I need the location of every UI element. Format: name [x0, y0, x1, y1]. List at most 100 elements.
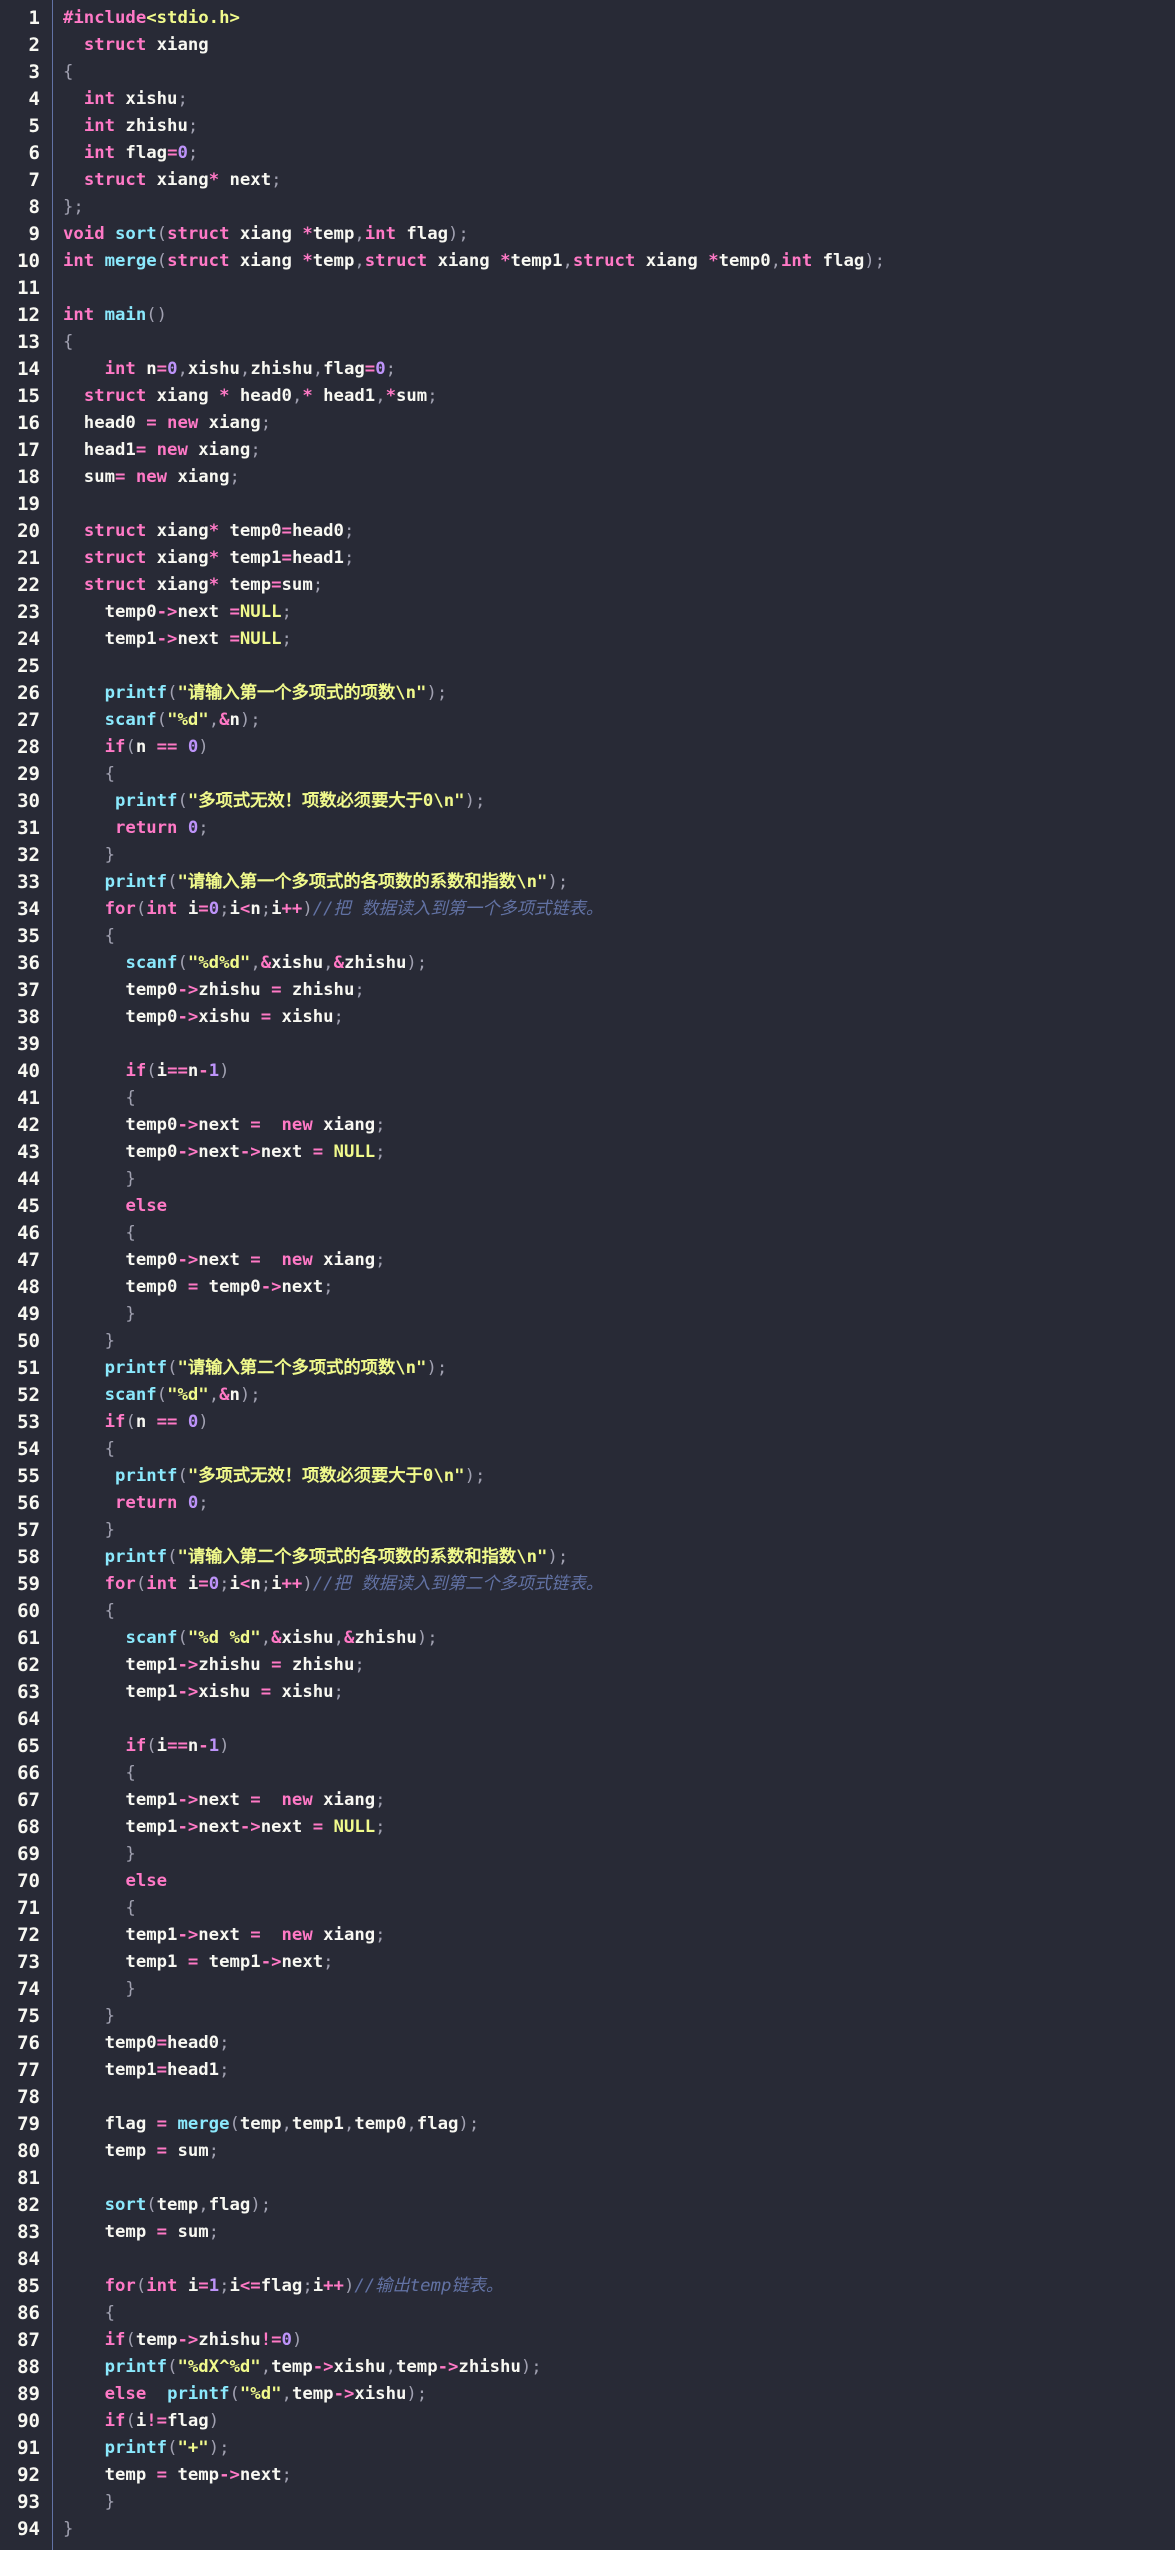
code-line[interactable]: 91 printf("+");: [0, 2435, 1175, 2462]
code-line[interactable]: 33 printf("请输入第一个多项式的各项数的系数和指数\n");: [0, 869, 1175, 896]
code-line[interactable]: 58 printf("请输入第二个多项式的各项数的系数和指数\n");: [0, 1544, 1175, 1571]
code-line[interactable]: 75 }: [0, 2003, 1175, 2030]
code-line[interactable]: 65 if(i==n-1): [0, 1733, 1175, 1760]
code-line[interactable]: 43 temp0->next->next = NULL;: [0, 1139, 1175, 1166]
code-line[interactable]: 34 for(int i=0;i<n;i++)//把 数据读入到第一个多项式链表…: [0, 896, 1175, 923]
code-line[interactable]: 52 scanf("%d",&n);: [0, 1382, 1175, 1409]
code-line[interactable]: 31 return 0;: [0, 815, 1175, 842]
code-line[interactable]: 74 }: [0, 1976, 1175, 2003]
code-line[interactable]: 76 temp0=head0;: [0, 2030, 1175, 2057]
code-line[interactable]: 26 printf("请输入第一个多项式的项数\n");: [0, 680, 1175, 707]
code-line[interactable]: 63 temp1->xishu = xishu;: [0, 1679, 1175, 1706]
code-line[interactable]: 90 if(i!=flag): [0, 2408, 1175, 2435]
code-line[interactable]: 17 head1= new xiang;: [0, 437, 1175, 464]
code-line[interactable]: 86 {: [0, 2300, 1175, 2327]
code-line[interactable]: 62 temp1->zhishu = zhishu;: [0, 1652, 1175, 1679]
code-line[interactable]: 57 }: [0, 1517, 1175, 1544]
code-line[interactable]: 78: [0, 2084, 1175, 2111]
code-line[interactable]: 38 temp0->xishu = xishu;: [0, 1004, 1175, 1031]
code-line[interactable]: 66 {: [0, 1760, 1175, 1787]
code-line[interactable]: 24 temp1->next =NULL;: [0, 626, 1175, 653]
code-line[interactable]: 88 printf("%dX^%d",temp->xishu,temp->zhi…: [0, 2354, 1175, 2381]
code-line[interactable]: 16 head0 = new xiang;: [0, 410, 1175, 437]
code-editor[interactable]: 1 #include<stdio.h> 2 struct xiang 3{4 int …: [0, 0, 1175, 2550]
code-line[interactable]: 54 {: [0, 1436, 1175, 1463]
code-line[interactable]: 46 {: [0, 1220, 1175, 1247]
code-line[interactable]: 50 }: [0, 1328, 1175, 1355]
code-line[interactable]: 83 temp = sum;: [0, 2219, 1175, 2246]
code-line[interactable]: 69 }: [0, 1841, 1175, 1868]
code-line[interactable]: 60 {: [0, 1598, 1175, 1625]
code-line[interactable]: 45 else: [0, 1193, 1175, 1220]
code-line[interactable]: 37 temp0->zhishu = zhishu;: [0, 977, 1175, 1004]
code-line[interactable]: 85 for(int i=1;i<=flag;i++)//输出temp链表。: [0, 2273, 1175, 2300]
code-line[interactable]: 73 temp1 = temp1->next;: [0, 1949, 1175, 1976]
code-line[interactable]: 14 int n=0,xishu,zhishu,flag=0;: [0, 356, 1175, 383]
code-line[interactable]: 77 temp1=head1;: [0, 2057, 1175, 2084]
code-line[interactable]: 21 struct xiang* temp1=head1;: [0, 545, 1175, 572]
code-line[interactable]: 6 int flag=0;: [0, 140, 1175, 167]
code-line[interactable]: 41 {: [0, 1085, 1175, 1112]
code-line[interactable]: 53 if(n == 0): [0, 1409, 1175, 1436]
code-line[interactable]: 10 int merge(struct xiang *temp,struct xi…: [0, 248, 1175, 275]
code-line[interactable]: 8};: [0, 194, 1175, 221]
code-line[interactable]: 5 int zhishu;: [0, 113, 1175, 140]
code-line[interactable]: 48 temp0 = temp0->next;: [0, 1274, 1175, 1301]
code-line[interactable]: 70 else: [0, 1868, 1175, 1895]
code-line[interactable]: 47 temp0->next = new xiang;: [0, 1247, 1175, 1274]
code-line[interactable]: 3{: [0, 59, 1175, 86]
code-line[interactable]: 79 flag = merge(temp,temp1,temp0,flag);: [0, 2111, 1175, 2138]
code-line[interactable]: 20 struct xiang* temp0=head0;: [0, 518, 1175, 545]
code-line[interactable]: 36 scanf("%d%d",&xishu,&zhishu);: [0, 950, 1175, 977]
code-line[interactable]: 11: [0, 275, 1175, 302]
code-area[interactable]: 1 #include<stdio.h> 2 struct xiang 3{4 int …: [0, 5, 1175, 2543]
code-line[interactable]: 72 temp1->next = new xiang;: [0, 1922, 1175, 1949]
code-line[interactable]: 80 temp = sum;: [0, 2138, 1175, 2165]
code-line[interactable]: 27 scanf("%d",&n);: [0, 707, 1175, 734]
code-line[interactable]: 25: [0, 653, 1175, 680]
code-line[interactable]: 30 printf("多项式无效！项数必须要大于0\n");: [0, 788, 1175, 815]
code-line[interactable]: 40 if(i==n-1): [0, 1058, 1175, 1085]
code-line[interactable]: 87 if(temp->zhishu!=0): [0, 2327, 1175, 2354]
code-line[interactable]: 13 {: [0, 329, 1175, 356]
code-line[interactable]: 84: [0, 2246, 1175, 2273]
code-line[interactable]: 55 printf("多项式无效！项数必须要大于0\n");: [0, 1463, 1175, 1490]
code-line[interactable]: 71 {: [0, 1895, 1175, 1922]
code-line[interactable]: 51 printf("请输入第二个多项式的项数\n");: [0, 1355, 1175, 1382]
code-line[interactable]: 22 struct xiang* temp=sum;: [0, 572, 1175, 599]
code-line[interactable]: 32 }: [0, 842, 1175, 869]
code-line[interactable]: 49 }: [0, 1301, 1175, 1328]
code-line[interactable]: 92 temp = temp->next;: [0, 2462, 1175, 2489]
code-line[interactable]: 35 {: [0, 923, 1175, 950]
code-line[interactable]: 39: [0, 1031, 1175, 1058]
code-line[interactable]: 1 #include<stdio.h>: [0, 5, 1175, 32]
code-line[interactable]: 61 scanf("%d %d",&xishu,&zhishu);: [0, 1625, 1175, 1652]
code-line[interactable]: 81: [0, 2165, 1175, 2192]
code-line[interactable]: 2 struct xiang: [0, 32, 1175, 59]
code-line[interactable]: 7 struct xiang* next;: [0, 167, 1175, 194]
code-line[interactable]: 82 sort(temp,flag);: [0, 2192, 1175, 2219]
code-line[interactable]: 18 sum= new xiang;: [0, 464, 1175, 491]
code-line[interactable]: 93 }: [0, 2489, 1175, 2516]
code-line[interactable]: 15 struct xiang * head0,* head1,*sum;: [0, 383, 1175, 410]
code-line[interactable]: 94}: [0, 2516, 1175, 2543]
code-token: printf: [115, 791, 178, 811]
code-line[interactable]: 42 temp0->next = new xiang;: [0, 1112, 1175, 1139]
code-token: }: [63, 2492, 116, 2512]
code-line[interactable]: 59 for(int i=0;i<n;i++)//把 数据读入到第二个多项式链表…: [0, 1571, 1175, 1598]
code-line[interactable]: 68 temp1->next->next = NULL;: [0, 1814, 1175, 1841]
code-line[interactable]: 19: [0, 491, 1175, 518]
code-line[interactable]: 12 int main(): [0, 302, 1175, 329]
code-line[interactable]: 28 if(n == 0): [0, 734, 1175, 761]
code-line[interactable]: 56 return 0;: [0, 1490, 1175, 1517]
code-line[interactable]: 29 {: [0, 761, 1175, 788]
code-line[interactable]: 23 temp0->next =NULL;: [0, 599, 1175, 626]
code-line[interactable]: 89 else printf("%d",temp->xishu);: [0, 2381, 1175, 2408]
code-line[interactable]: 67 temp1->next = new xiang;: [0, 1787, 1175, 1814]
code-line[interactable]: 64: [0, 1706, 1175, 1733]
code-line[interactable]: 9 void sort(struct xiang *temp,int flag);: [0, 221, 1175, 248]
code-line[interactable]: 4 int xishu;: [0, 86, 1175, 113]
code-line[interactable]: 44 }: [0, 1166, 1175, 1193]
